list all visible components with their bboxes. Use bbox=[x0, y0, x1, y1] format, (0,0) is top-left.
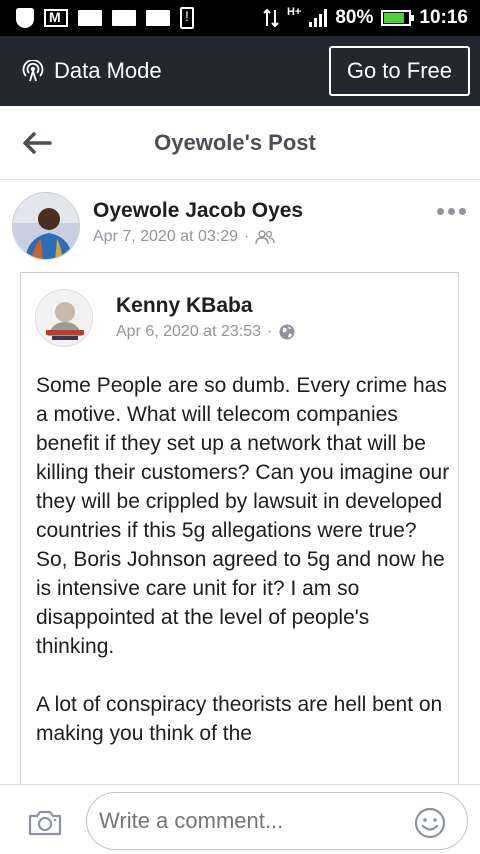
post-author-row: Oyewole Jacob Oyes Apr 7, 2020 at 03:29 … bbox=[0, 190, 480, 270]
globe-icon bbox=[279, 324, 295, 340]
post-timestamp[interactable]: Apr 7, 2020 at 03:29 bbox=[93, 228, 238, 246]
signal-icon bbox=[309, 9, 328, 27]
page-title: Oyewole's Post bbox=[154, 129, 316, 155]
broadcast-icon bbox=[22, 60, 44, 82]
shared-post-meta: Apr 6, 2020 at 23:53 · bbox=[116, 323, 296, 341]
data-mode-label: Data Mode bbox=[54, 58, 162, 83]
network-type: H+ bbox=[286, 6, 302, 18]
comment-bar bbox=[0, 784, 480, 854]
post-paragraph: A lot of conspiracy theorists are hell b… bbox=[36, 693, 443, 745]
go-to-free-button[interactable]: Go to Free bbox=[328, 46, 470, 96]
shared-author-name[interactable]: Kenny KBaba bbox=[116, 294, 253, 318]
shared-author-avatar[interactable] bbox=[35, 289, 93, 347]
camera-icon[interactable] bbox=[27, 809, 63, 837]
shared-post-card[interactable]: Kenny KBaba Apr 6, 2020 at 23:53 · Some … bbox=[20, 272, 459, 792]
shield-icon bbox=[16, 8, 34, 28]
shared-post-text: Some People are so dumb. Every crime has… bbox=[36, 371, 451, 777]
battery-percent: 80% bbox=[335, 7, 374, 28]
post-header: Oyewole's Post bbox=[0, 106, 480, 180]
meta-separator: · bbox=[244, 228, 250, 245]
more-options-icon[interactable] bbox=[437, 208, 466, 215]
data-mode-bar: Data Mode Go to Free bbox=[0, 36, 480, 106]
phone-alert-icon bbox=[180, 7, 194, 29]
gmail-icon bbox=[44, 9, 68, 27]
status-indicators: H+ 80% 10:16 bbox=[263, 6, 480, 29]
post-paragraph: Some People are so dumb. Every crime has… bbox=[36, 374, 450, 658]
notification-icon bbox=[112, 10, 136, 26]
shared-post-timestamp[interactable]: Apr 6, 2020 at 23:53 bbox=[116, 323, 261, 341]
battery-icon bbox=[381, 10, 415, 26]
status-bar: H+ 80% 10:16 bbox=[0, 0, 480, 36]
friends-icon bbox=[255, 230, 275, 245]
notification-icon bbox=[78, 10, 102, 26]
comment-input[interactable] bbox=[86, 792, 468, 850]
notification-icon bbox=[146, 10, 170, 26]
meta-separator: · bbox=[267, 323, 273, 340]
clock: 10:16 bbox=[419, 7, 468, 28]
emoji-icon[interactable] bbox=[414, 807, 446, 839]
author-avatar[interactable] bbox=[12, 192, 80, 260]
back-arrow-icon[interactable] bbox=[20, 128, 54, 158]
post-meta: Apr 7, 2020 at 03:29 · bbox=[93, 228, 275, 246]
post-author-name[interactable]: Oyewole Jacob Oyes bbox=[93, 199, 303, 223]
status-notifications bbox=[0, 7, 194, 29]
data-transfer-icon bbox=[263, 8, 279, 28]
